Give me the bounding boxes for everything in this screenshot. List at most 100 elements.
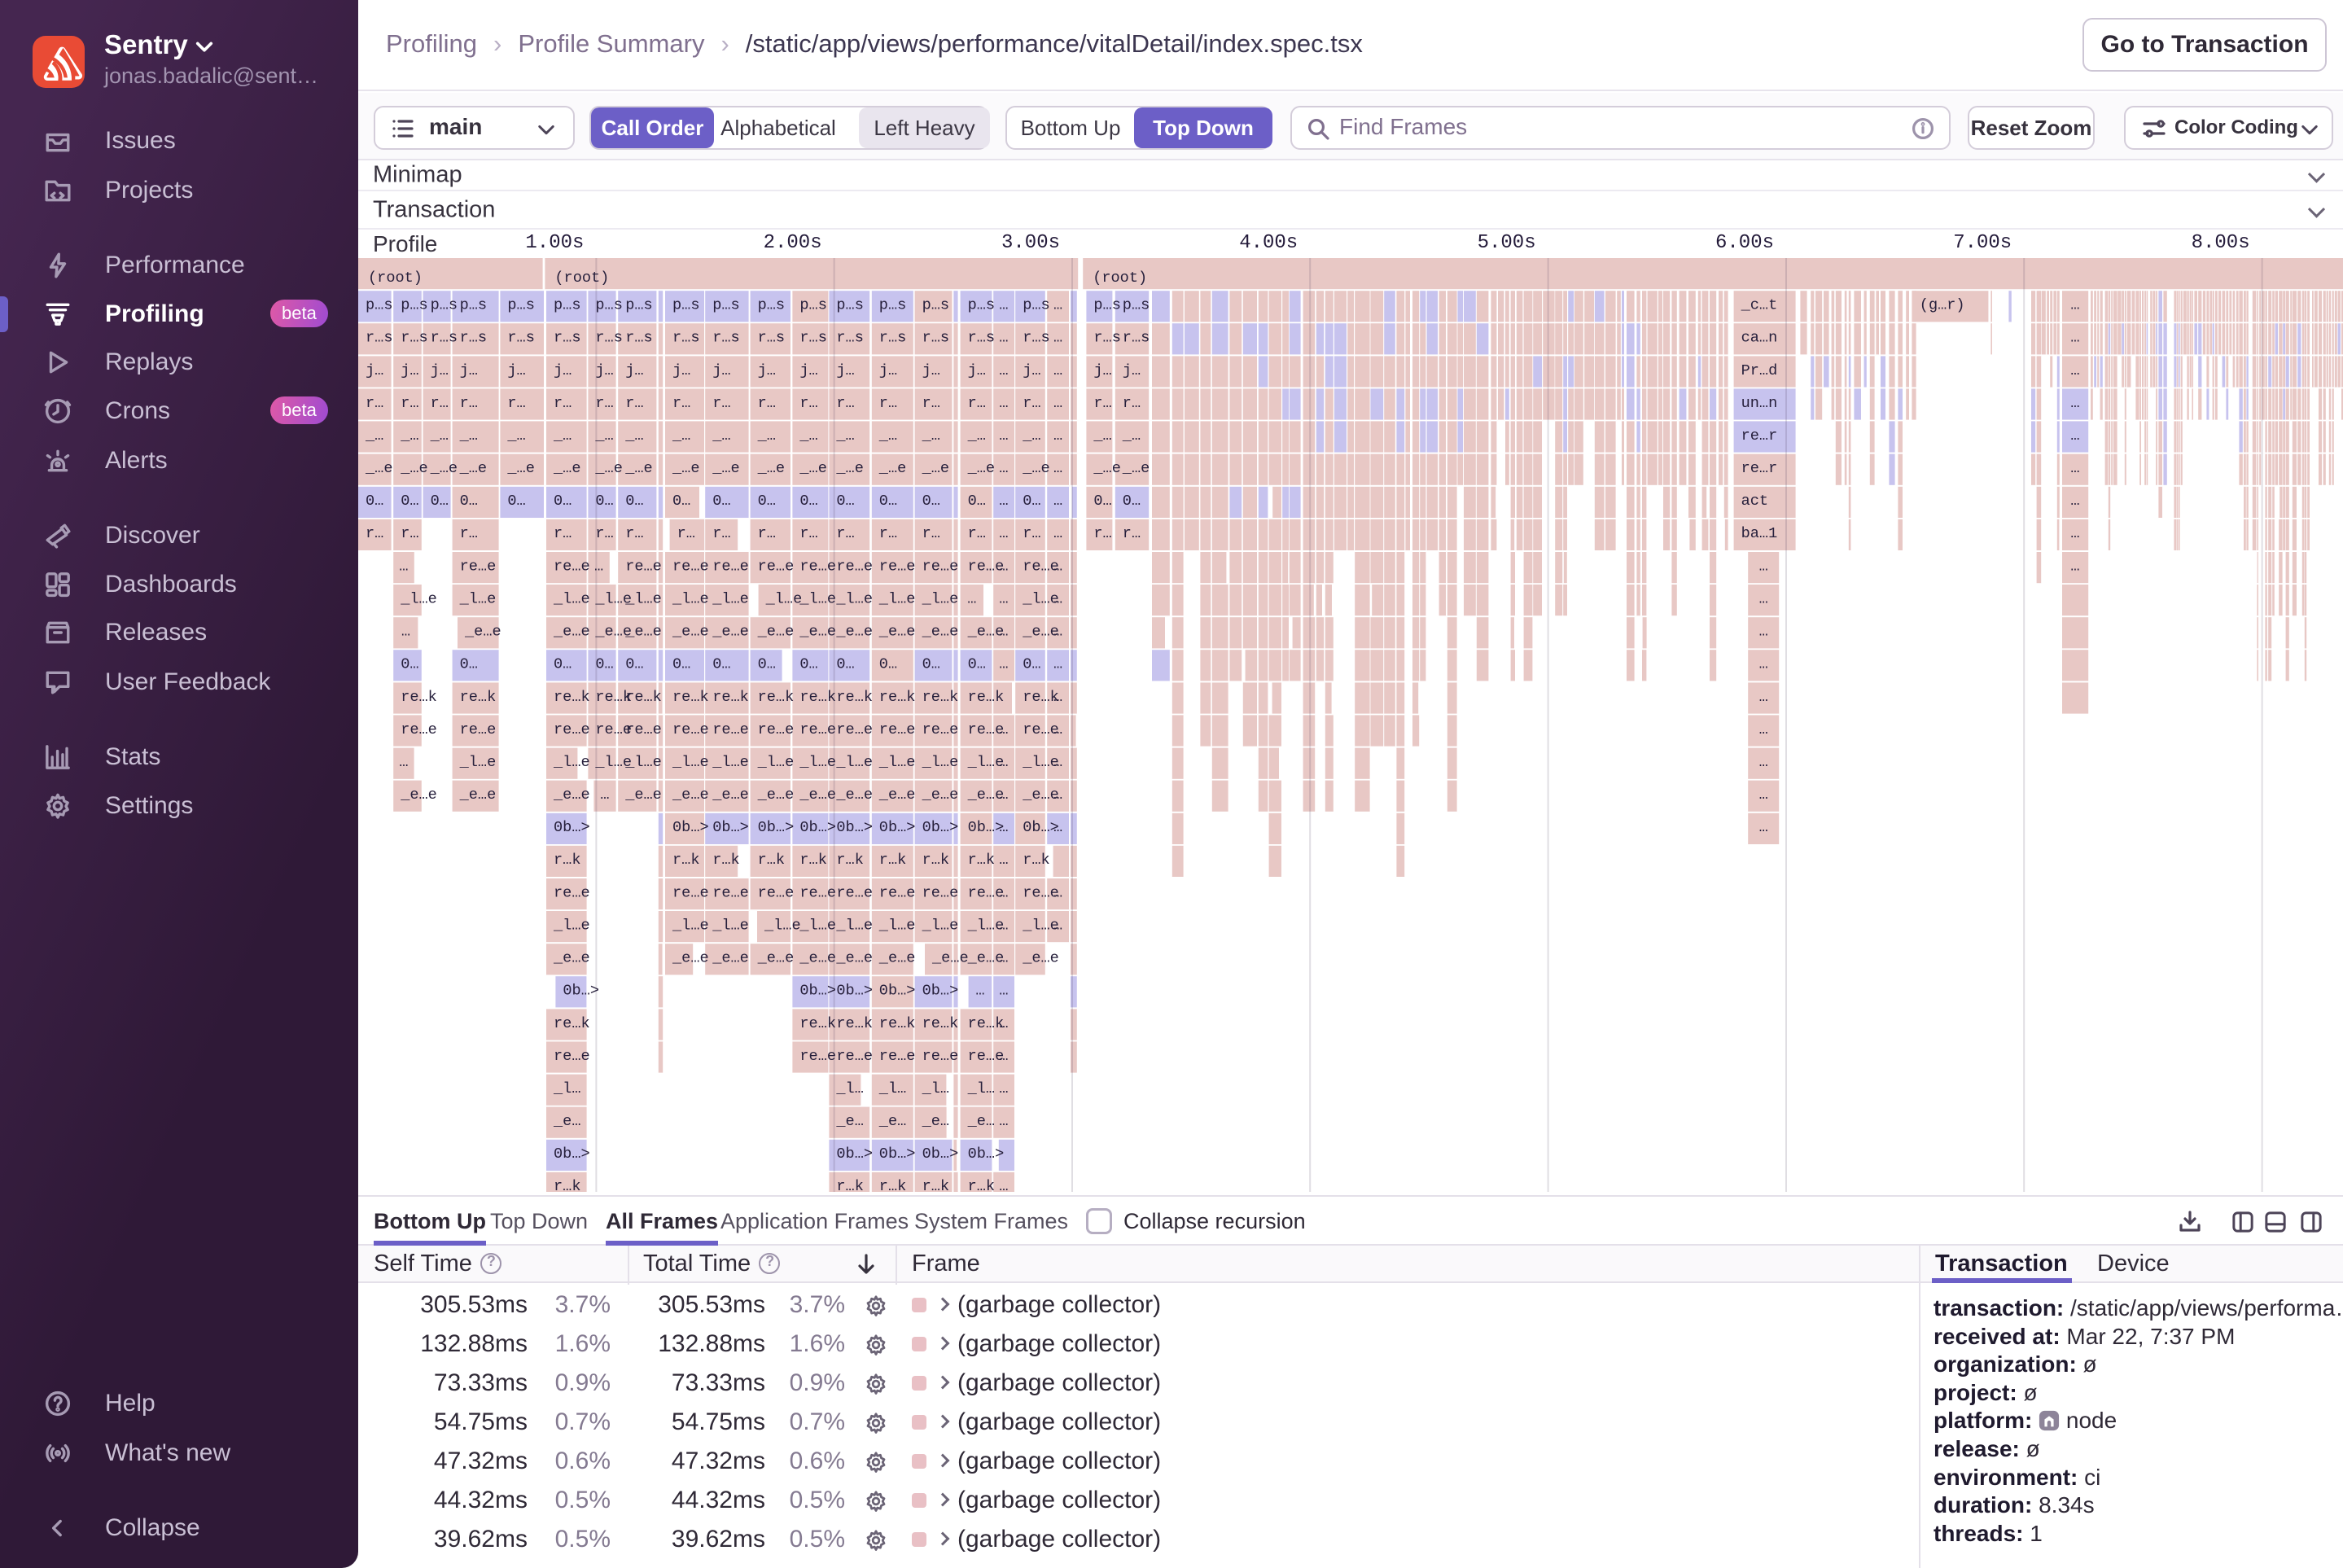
svg-text:0…: 0…: [922, 493, 940, 510]
svg-text:(root): (root): [1093, 269, 1147, 287]
svg-text:_e…e: _e…e: [931, 950, 969, 967]
svg-text:r…k: r…k: [1023, 852, 1049, 869]
svg-text:…: …: [999, 1113, 1008, 1130]
svg-text:r…: r…: [672, 395, 690, 412]
svg-text:r…: r…: [1123, 525, 1141, 542]
svg-text:p…s: p…s: [922, 297, 949, 314]
svg-text:0…: 0…: [1023, 493, 1040, 510]
svg-text:…: …: [1053, 460, 1062, 477]
svg-text:…: …: [2070, 362, 2079, 379]
svg-text:re…e: re…e: [554, 1048, 590, 1065]
svg-text:…: …: [999, 786, 1008, 804]
svg-text:…: …: [999, 362, 1008, 379]
svg-text:_…e: _…e: [506, 460, 534, 477]
svg-text:_l…e: _l…e: [799, 754, 836, 771]
svg-text:j…: j…: [554, 362, 572, 379]
svg-text:…: …: [1759, 624, 1768, 641]
svg-text:0b…>: 0b…>: [799, 819, 836, 836]
svg-text:…: …: [999, 721, 1008, 738]
svg-text:re…e: re…e: [758, 558, 795, 575]
svg-text:_e…e: _e…e: [922, 624, 959, 641]
svg-text:r…: r…: [879, 395, 897, 412]
svg-text:_…: _…: [365, 427, 383, 445]
svg-text:_l…e: _l…e: [624, 590, 662, 607]
svg-text:…: …: [1053, 754, 1062, 771]
svg-text:…: …: [1759, 656, 1768, 673]
svg-text:j…: j…: [366, 362, 383, 379]
svg-text:r…s: r…s: [836, 330, 863, 347]
svg-text:r…: r…: [836, 525, 854, 542]
svg-text:r…: r…: [401, 525, 418, 542]
svg-text:_l…e: _l…e: [672, 590, 709, 607]
svg-text:(root): (root): [554, 269, 609, 287]
svg-text:_e…e: _e…e: [878, 624, 916, 641]
svg-text:_…e: _…e: [430, 460, 458, 477]
svg-text:_…: _…: [1093, 427, 1111, 445]
svg-text:_…e: _…e: [967, 460, 995, 477]
svg-text:r…: r…: [968, 395, 986, 412]
svg-text:…: …: [999, 493, 1008, 510]
svg-text:_l…: _l…: [922, 1080, 949, 1097]
svg-text:…: …: [999, 525, 1008, 542]
svg-text:_…e: _…e: [1122, 460, 1150, 477]
svg-text:0b…>: 0b…>: [712, 819, 749, 836]
svg-text:0…: 0…: [672, 656, 690, 673]
svg-text:_l…e: _l…e: [835, 917, 873, 934]
svg-text:…: …: [2070, 427, 2079, 445]
svg-text:r…s: r…s: [366, 330, 392, 347]
svg-text:_e…: _e…: [553, 1113, 580, 1130]
svg-text:…: …: [1053, 525, 1062, 542]
svg-text:j…: j…: [968, 362, 986, 379]
svg-text:re…e: re…e: [401, 721, 437, 738]
svg-text:_l…e: _l…e: [799, 590, 836, 607]
svg-text:re…k: re…k: [879, 689, 916, 706]
svg-text:re…e: re…e: [672, 721, 709, 738]
svg-text:0…: 0…: [672, 493, 690, 510]
svg-text:0…: 0…: [758, 493, 776, 510]
svg-text:re…k: re…k: [879, 1015, 916, 1032]
svg-text:r…: r…: [1023, 395, 1040, 412]
svg-text:j…: j…: [460, 362, 478, 379]
svg-text:j…: j…: [922, 362, 940, 379]
svg-text:r…s: r…s: [625, 330, 652, 347]
svg-text:_…: _…: [757, 427, 776, 445]
svg-text:r…s: r…s: [431, 330, 458, 347]
svg-text:0b…>: 0b…>: [968, 1145, 1005, 1163]
svg-text:re…e: re…e: [460, 721, 497, 738]
svg-text:r…s: r…s: [672, 330, 699, 347]
svg-text:_l…e: _l…e: [835, 590, 873, 607]
svg-text:p…s: p…s: [554, 297, 580, 314]
svg-text:re…e: re…e: [554, 884, 590, 901]
svg-text:_e…e: _e…e: [757, 950, 795, 967]
svg-text:_e…: _e…: [878, 1113, 906, 1130]
svg-text:_e…e: _e…e: [922, 786, 959, 804]
svg-text:r…s: r…s: [401, 330, 427, 347]
svg-text:re…e: re…e: [836, 884, 873, 901]
svg-text:_l…e: _l…e: [922, 917, 959, 934]
svg-text:…: …: [2070, 297, 2079, 314]
svg-text:_…e: _…e: [624, 460, 652, 477]
svg-text:j…: j…: [1123, 362, 1141, 379]
svg-text:…: …: [999, 297, 1008, 314]
svg-text:_l…e: _l…e: [672, 917, 709, 934]
svg-text:_…e: _…e: [712, 460, 739, 477]
svg-text:_e…e: _e…e: [400, 786, 437, 804]
svg-text:_…: _…: [835, 427, 854, 445]
svg-text:_e…e: _e…e: [799, 950, 836, 967]
svg-text:…: …: [1053, 558, 1062, 575]
svg-text:_l…e: _l…e: [878, 917, 916, 934]
svg-text:re…e: re…e: [460, 558, 497, 575]
svg-text:_…e: _…e: [672, 460, 699, 477]
svg-text:re…e: re…e: [625, 558, 662, 575]
svg-text:0b…>: 0b…>: [922, 1145, 959, 1163]
svg-text:r…k: r…k: [836, 1178, 863, 1192]
svg-text:re…r: re…r: [1741, 427, 1778, 445]
svg-text:…: …: [999, 983, 1008, 1000]
svg-text:r…s: r…s: [1093, 330, 1120, 347]
svg-text:re…e: re…e: [879, 721, 916, 738]
svg-text:0…: 0…: [431, 493, 449, 510]
svg-text:0…: 0…: [758, 656, 776, 673]
svg-text:j…: j…: [758, 362, 776, 379]
svg-text:…: …: [1053, 624, 1062, 641]
svg-text:0b…>: 0b…>: [836, 819, 873, 836]
